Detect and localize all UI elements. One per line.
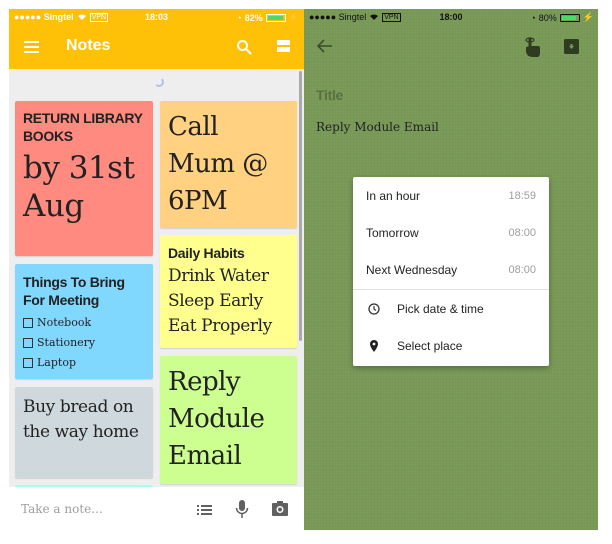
back-arrow-icon[interactable] [317, 39, 333, 53]
checklist: Notebook Stationery Laptop [23, 313, 145, 373]
clock-icon [368, 302, 380, 315]
note-body-input[interactable]: Reply Module Email [316, 120, 439, 134]
note-line: Drink Water [168, 266, 269, 286]
menu-icon[interactable] [24, 41, 39, 53]
note-body: Reply Module Email [168, 367, 265, 471]
location-pin-icon [370, 339, 378, 352]
note-editor-screen: ●●●●● Singtel VPN 18:00 ◔ 80% ⚡ Title Re… [304, 9, 598, 530]
page-title: Notes [66, 37, 111, 54]
option-label: In an hour [366, 188, 421, 203]
note-body: Call Mum @ 6PM [168, 112, 268, 216]
reminder-option-tomorrow[interactable]: Tomorrow 08:00 [353, 214, 549, 251]
option-time: 08:00 [508, 263, 536, 276]
checklist-item-label: Notebook [37, 316, 92, 329]
checklist-icon[interactable] [197, 505, 212, 515]
scrollbar[interactable] [299, 71, 302, 341]
reminder-option-in-an-hour[interactable]: In an hour 18:59 [353, 177, 549, 214]
app-toolbar: Notes [9, 26, 304, 69]
reminder-hand-icon[interactable] [523, 37, 541, 57]
battery-icon [265, 13, 286, 22]
note-card[interactable]: Things To Bring For Meeting Notebook Sta… [15, 264, 153, 379]
checklist-item: Laptop [23, 353, 145, 373]
select-place-option[interactable]: Select place [353, 327, 549, 364]
battery-percent: 82% [244, 12, 263, 23]
status-bar: ●●●●● Singtel VPN 18:00 ◔ 80% ⚡ [304, 9, 598, 26]
note-title: RETURN LIBRARY BOOKS [23, 110, 143, 144]
checklist-item-label: Laptop [37, 356, 76, 369]
checklist-item: Notebook [23, 313, 145, 333]
note-card[interactable]: Reply Module Email [160, 356, 297, 484]
note-body: by 31st Aug [23, 150, 135, 224]
note-card[interactable]: Daily Habits Drink Water Sleep Early Eat… [160, 235, 297, 348]
reminder-menu: In an hour 18:59 Tomorrow 08:00 Next Wed… [353, 177, 549, 366]
note-title: Things To Bring For Meeting [23, 274, 125, 308]
charging-icon: ⚡ [582, 12, 594, 22]
archive-icon[interactable] [564, 39, 579, 54]
option-label: Tomorrow [366, 225, 419, 240]
note-line: Eat Properly [168, 316, 272, 336]
battery-icon [559, 13, 580, 22]
battery-percent: 80% [538, 12, 557, 23]
option-label: Next Wednesday [366, 262, 458, 277]
option-time: 08:00 [508, 226, 536, 239]
bottom-bar: Take a note... [9, 487, 304, 530]
note-title: Daily Habits [168, 245, 245, 261]
notes-list-screen: ●●●●● Singtel VPN 18:03 ◔ 82% ⚡ Notes RE… [9, 9, 304, 530]
note-card[interactable]: RETURN LIBRARY BOOKS by 31st Aug [15, 101, 153, 256]
option-label: Pick date & time [397, 301, 484, 316]
microphone-icon[interactable] [235, 500, 249, 518]
note-card[interactable]: Call Mum @ 6PM [160, 101, 297, 228]
camera-icon[interactable] [272, 501, 288, 516]
take-note-input[interactable]: Take a note... [21, 502, 103, 516]
checkbox[interactable] [23, 358, 33, 368]
orientation-lock-icon: ◔ [236, 12, 242, 23]
checklist-item: Stationery [23, 333, 145, 353]
status-bar: ●●●●● Singtel VPN 18:03 ◔ 82% ⚡ [9, 9, 304, 26]
refresh-spinner-icon [154, 77, 164, 87]
note-title-input[interactable]: Title [316, 87, 343, 103]
checklist-item-label: Stationery [37, 336, 96, 349]
pick-date-time-option[interactable]: Pick date & time [353, 290, 549, 327]
charging-icon: ⚡ [288, 12, 300, 22]
list-view-toggle-icon[interactable] [277, 40, 290, 52]
note-card[interactable]: Buy bread on the way home [15, 387, 153, 478]
orientation-lock-icon: ◔ [530, 12, 536, 23]
checkbox[interactable] [23, 338, 33, 348]
checkbox[interactable] [23, 318, 33, 328]
search-icon[interactable] [236, 39, 252, 55]
option-label: Select place [397, 338, 463, 353]
note-body: Buy bread on the way home [23, 397, 139, 442]
note-line: Sleep Early [168, 291, 263, 311]
reminder-option-next-wednesday[interactable]: Next Wednesday 08:00 [353, 251, 549, 288]
option-time: 18:59 [508, 189, 536, 202]
